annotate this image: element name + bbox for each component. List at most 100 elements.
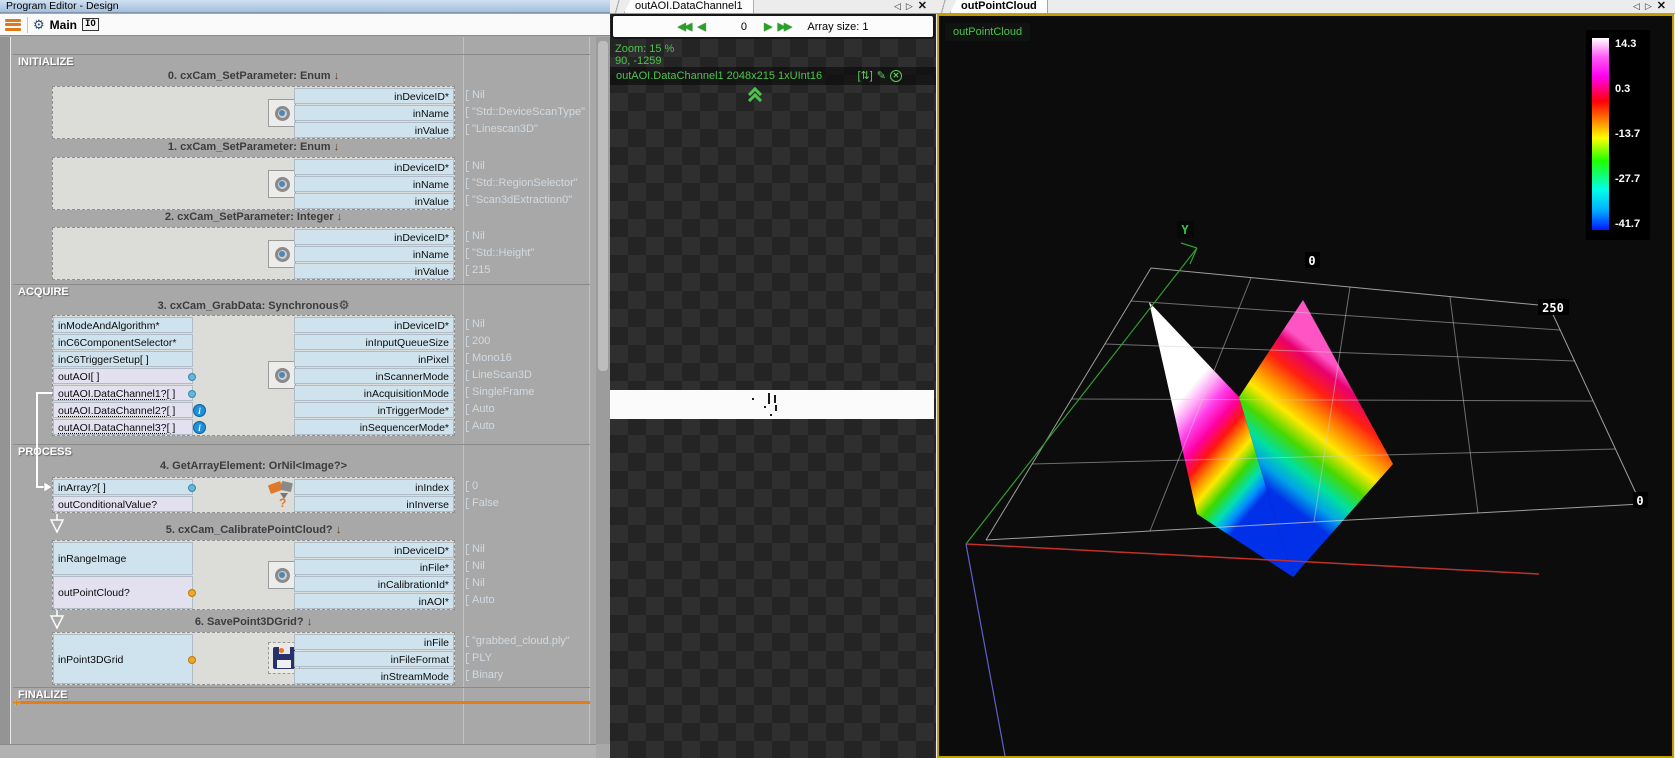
port-value: "Std::DeviceScanType" [472, 104, 585, 120]
port-row[interactable]: inValue [294, 193, 454, 209]
port-row[interactable]: outAOI.DataChannel1?[ ] [53, 385, 193, 401]
port-value: "Scan3dExtraction0" [472, 192, 572, 208]
step0-title[interactable]: 0. cxCam_SetParameter: Enum ↓ [52, 70, 455, 82]
step5-title[interactable]: 5. cxCam_CalibratePointCloud? ↓ [52, 524, 455, 536]
step4-title[interactable]: 4. GetArrayElement: OrNil<Image?> [52, 460, 455, 472]
clear-view-icon[interactable]: ✕ [890, 70, 902, 82]
step0-block[interactable]: inDeviceID* inName inValue [52, 86, 455, 139]
step6-title[interactable]: 6. SavePoint3DGrid? ↓ [52, 616, 455, 628]
camera-icon [268, 170, 296, 198]
port-row[interactable]: inSequencerMode* [294, 419, 454, 435]
port-row[interactable]: outPointCloud? [53, 576, 193, 609]
connection-stub[interactable] [188, 373, 196, 381]
port-row[interactable]: inC6ComponentSelector* [53, 334, 193, 350]
fit-to-window-icon[interactable]: [⇅] [857, 69, 872, 83]
port-row[interactable]: inDeviceID* [294, 159, 454, 175]
finalize-line [13, 701, 590, 704]
pointcloud-tabbar: outPointCloud ◁ ▷ ✕ [936, 0, 1675, 14]
port-row[interactable]: inInverse [294, 496, 454, 512]
step2-title[interactable]: 2. cxCam_SetParameter: Integer ↓ [52, 211, 455, 223]
next-item-icon[interactable]: ▶ [764, 20, 770, 33]
vertical-scrollbar[interactable] [596, 37, 610, 744]
info-icon[interactable]: i [193, 404, 206, 417]
connection-stub[interactable] [188, 390, 196, 398]
program-canvas[interactable]: INITIALIZE 0. cxCam_SetParameter: Enum ↓… [0, 37, 610, 758]
tab-scroll-right-icon[interactable]: ▷ [906, 0, 913, 12]
connection-stub[interactable] [188, 656, 196, 664]
port-row[interactable]: inValue [294, 263, 454, 279]
edit-pencil-icon[interactable]: ✎ [877, 69, 886, 83]
port-value: "Linescan3D" [472, 121, 538, 137]
port-row[interactable]: inScannerMode [294, 368, 454, 384]
step1-block[interactable]: inDeviceID* inName inValue [52, 157, 455, 210]
port-row[interactable]: inStreamMode [294, 668, 454, 684]
step2-arrow: ↓ [337, 211, 343, 223]
port-row[interactable]: inAOI* [294, 593, 454, 609]
info-icon[interactable]: i [193, 421, 206, 434]
port-row[interactable]: inFile* [294, 559, 454, 575]
port-row[interactable]: inDeviceID* [294, 88, 454, 104]
step1-title[interactable]: 1. cxCam_SetParameter: Enum ↓ [52, 141, 455, 153]
port-row[interactable]: inCalibrationId* [294, 576, 454, 592]
step4-block[interactable]: ? inArray?[ ] outConditionalValue? inInd… [52, 477, 455, 513]
port-row[interactable]: inPixel [294, 351, 454, 367]
port-row[interactable]: inInputQueueSize [294, 334, 454, 350]
tab-scroll-left-icon[interactable]: ◁ [894, 0, 901, 12]
colorbar-tick: 14.3 [1615, 38, 1640, 50]
pointcloud-3d-viewport[interactable]: Y 0 250 0 outPointCloud [937, 14, 1674, 758]
step5-block[interactable]: inRangeImage outPointCloud? inDeviceID* … [52, 540, 455, 610]
step3-gear-icon[interactable]: ⚙ [339, 298, 350, 312]
port-row[interactable]: inAcquisitionMode [294, 385, 454, 401]
range-image-strip[interactable] [610, 390, 934, 419]
connection-stub[interactable] [188, 484, 196, 492]
port-row[interactable]: inDeviceID* [294, 317, 454, 333]
port-row[interactable]: inDeviceID* [294, 229, 454, 245]
image-preview-area[interactable]: Zoom: 15 % 90, -1259 outAOI.DataChannel1… [610, 39, 936, 758]
port-row[interactable]: outAOI.DataChannel3?[ ]i [53, 419, 193, 435]
port-row[interactable]: inPoint3DGrid [53, 634, 193, 684]
port-row[interactable]: outAOI[ ] [53, 368, 193, 384]
step1-values: Nil "Std::RegionSelector" "Scan3dExtract… [466, 158, 596, 209]
port-row[interactable]: inIndex [294, 479, 454, 495]
port-row[interactable]: outAOI.DataChannel2?[ ]i [53, 402, 193, 418]
step2-block[interactable]: inDeviceID* inName inValue [52, 227, 455, 280]
first-item-icon[interactable]: ◀◀ [677, 20, 690, 33]
port-row[interactable]: inC6TriggerSetup[ ] [53, 351, 193, 367]
port-row[interactable]: outConditionalValue? [53, 496, 193, 512]
previous-item-icon[interactable]: ◀ [697, 20, 703, 33]
grid-label-zero-right: 0 [1633, 492, 1648, 508]
port-row[interactable]: inFile [294, 634, 454, 650]
collapse-chevron-icon[interactable] [750, 89, 764, 101]
tab-scroll-left-icon[interactable]: ◁ [1633, 0, 1640, 12]
step6-block[interactable]: inPoint3DGrid inFile inFileFormat inStre… [52, 632, 455, 685]
port-row[interactable]: inFileFormat [294, 651, 454, 667]
io-badge[interactable]: IO [82, 18, 99, 31]
port-row[interactable]: inValue [294, 122, 454, 138]
connection-stub[interactable] [188, 589, 196, 597]
port-value: Nil [472, 558, 485, 574]
cursor-coordinates: 90, -1259 [615, 55, 674, 67]
menu-icon[interactable] [4, 18, 22, 32]
close-icon[interactable]: ✕ [1657, 0, 1666, 12]
close-icon[interactable]: ✕ [918, 0, 927, 12]
section-initialize: INITIALIZE [13, 54, 590, 68]
add-step-button[interactable]: + [13, 695, 21, 710]
port-row[interactable]: inArray?[ ] [53, 479, 193, 495]
tab-scroll-right-icon[interactable]: ▷ [1645, 0, 1652, 12]
port-row[interactable]: inName [294, 246, 454, 262]
macro-gear-icon[interactable]: ⚙ [33, 18, 45, 32]
tab-outpointcloud[interactable]: outPointCloud [950, 0, 1048, 13]
step3-title[interactable]: 3. cxCam_GrabData: Synchronous⚙ [52, 298, 455, 312]
port-row[interactable]: inName [294, 105, 454, 121]
macro-main-label[interactable]: Main [50, 18, 77, 32]
port-row[interactable]: inModeAndAlgorithm* [53, 317, 193, 333]
tab-outaoi-datachannel1[interactable]: outAOI.DataChannel1 [624, 0, 754, 13]
port-row[interactable]: inRangeImage [53, 542, 193, 575]
port-row[interactable]: inName [294, 176, 454, 192]
camera-icon [268, 240, 296, 268]
port-row[interactable]: inTriggerMode* [294, 402, 454, 418]
last-item-icon[interactable]: ▶▶ [777, 20, 790, 33]
port-row[interactable]: inDeviceID* [294, 542, 454, 558]
step3-block[interactable]: inModeAndAlgorithm* inC6ComponentSelecto… [52, 315, 455, 436]
horizontal-scrollbar[interactable] [0, 744, 596, 758]
